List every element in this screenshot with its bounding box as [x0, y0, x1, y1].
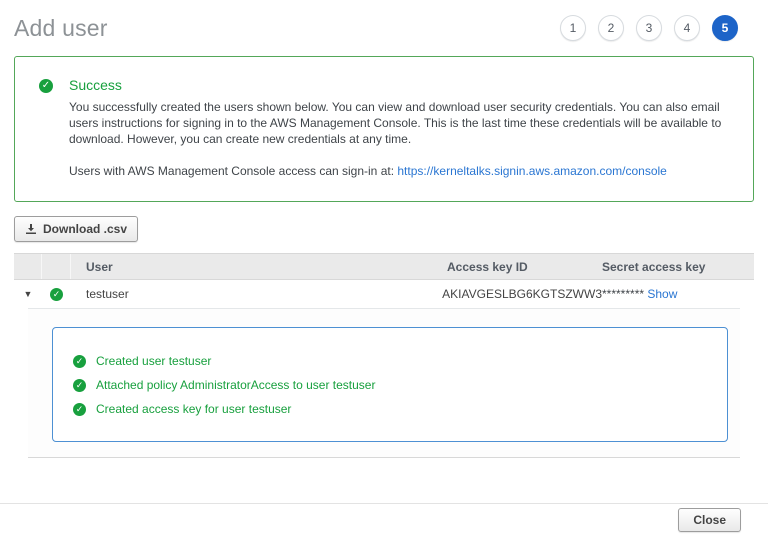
- secret-masked-value: *********: [602, 287, 645, 301]
- download-icon: [26, 224, 36, 234]
- row-status-cell: ✓: [42, 287, 71, 301]
- page-header: Add user 1 2 3 4 5: [0, 0, 768, 54]
- users-table: User Access key ID Secret access key ▼ ✓…: [14, 253, 754, 458]
- detail-check-icon: ✓: [73, 354, 86, 368]
- list-item: ✓ Created user testuser: [73, 354, 707, 368]
- show-secret-link[interactable]: Show: [647, 287, 677, 301]
- header-user: User: [86, 259, 113, 274]
- detail-text: Created access key for user testuser: [96, 402, 292, 416]
- step-1[interactable]: 1: [560, 15, 586, 41]
- secret-key-cell: ********* Show: [602, 287, 754, 301]
- signin-console-link[interactable]: https://kerneltalks.signin.aws.amazon.co…: [397, 164, 666, 178]
- caret-down-icon[interactable]: ▼: [24, 289, 33, 299]
- detail-text: Created user testuser: [96, 354, 212, 368]
- header-status-cell: [42, 254, 71, 279]
- download-csv-button[interactable]: Download .csv: [14, 216, 139, 242]
- success-banner: ✓ Success You successfully created the u…: [14, 56, 754, 202]
- detail-check-icon: ✓: [73, 402, 86, 416]
- user-name-cell: testuser: [86, 287, 129, 301]
- success-title: Success: [69, 77, 122, 93]
- row-expand-cell[interactable]: ▼: [14, 289, 42, 299]
- header-access-key-id: Access key ID: [447, 259, 528, 274]
- page-title: Add user: [14, 14, 108, 41]
- creation-details-box: ✓ Created user testuser ✓ Attached polic…: [52, 327, 728, 442]
- wizard-steps: 1 2 3 4 5: [560, 15, 738, 41]
- detail-text: Attached policy AdministratorAccess to u…: [96, 378, 376, 392]
- table-header: User Access key ID Secret access key: [14, 253, 754, 280]
- signin-prefix: Users with AWS Management Console access…: [69, 164, 398, 178]
- download-row: Download .csv: [14, 216, 754, 242]
- success-body-text: You successfully created the users shown…: [69, 100, 722, 146]
- detail-check-icon: ✓: [73, 378, 86, 392]
- table-row: ▼ ✓ testuser AKIAVGESLBG6KGTSZWW3 ******…: [14, 280, 754, 308]
- list-item: ✓ Attached policy AdministratorAccess to…: [73, 378, 707, 392]
- success-check-icon: ✓: [39, 79, 53, 93]
- step-4[interactable]: 4: [674, 15, 700, 41]
- access-key-id-cell: AKIAVGESLBG6KGTSZWW3: [442, 287, 602, 301]
- success-banner-content: Success You successfully created the use…: [69, 77, 729, 179]
- expanded-row-region: ✓ Created user testuser ✓ Attached polic…: [28, 308, 740, 458]
- header-secret-access-key: Secret access key: [602, 259, 706, 274]
- signin-line: Users with AWS Management Console access…: [69, 163, 729, 179]
- close-button[interactable]: Close: [678, 508, 741, 532]
- list-item: ✓ Created access key for user testuser: [73, 402, 707, 416]
- download-csv-label: Download .csv: [43, 222, 128, 236]
- step-3[interactable]: 3: [636, 15, 662, 41]
- footer-bar: Close: [0, 503, 768, 536]
- add-user-page: Add user 1 2 3 4 5 ✓ Success You success…: [0, 0, 768, 536]
- header-caret-cell: [14, 254, 42, 279]
- step-5-active[interactable]: 5: [712, 15, 738, 41]
- user-success-check-icon: ✓: [50, 287, 63, 301]
- step-2[interactable]: 2: [598, 15, 624, 41]
